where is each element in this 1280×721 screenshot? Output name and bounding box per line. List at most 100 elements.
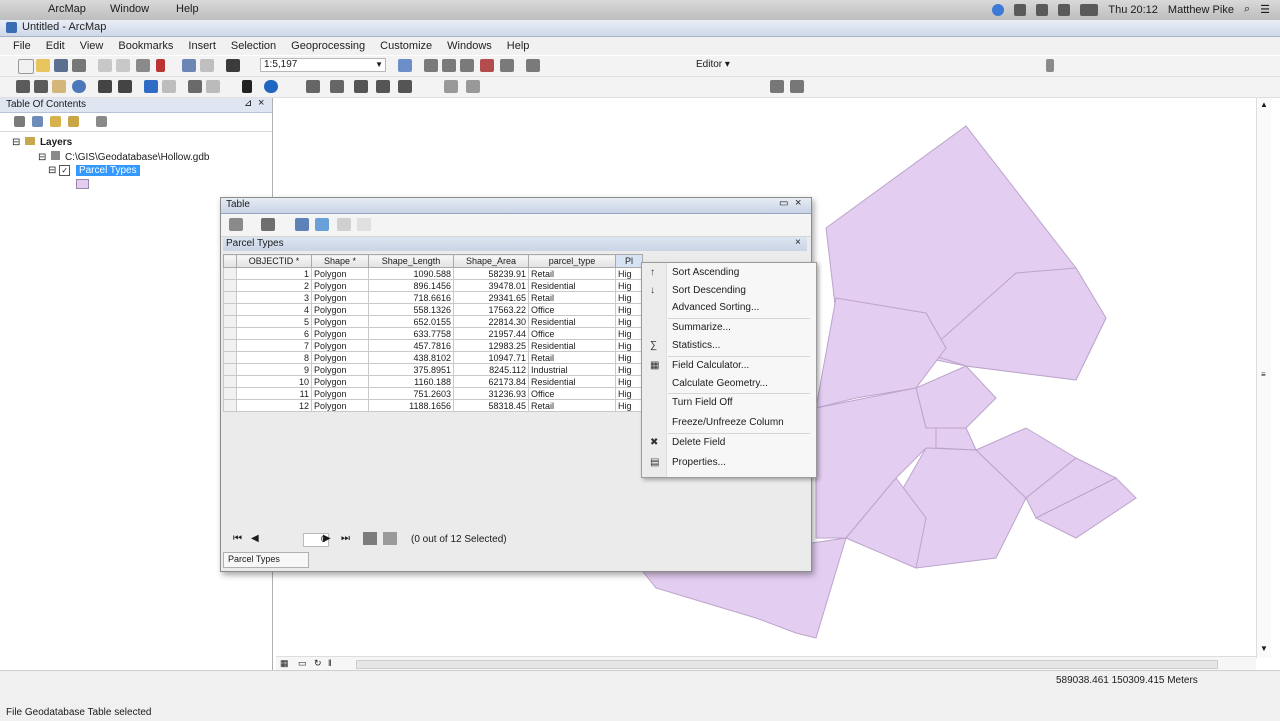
table-row[interactable]: 10 Polygon 1160.188 62173.84 Residential Hig [223,375,643,388]
menu-item-sort-descending[interactable]: Sort Descending [672,285,746,296]
table-cell[interactable]: 17563.22 [453,303,529,316]
editor-toolbar-icon[interactable] [398,59,412,72]
column-header[interactable]: Shape * [311,254,369,268]
related-tables-icon[interactable] [261,218,275,231]
table-cell[interactable]: Polygon [311,327,369,340]
row-selector[interactable] [223,339,237,352]
table-cell[interactable]: 8 [236,351,312,364]
select-features-icon[interactable] [188,80,202,93]
table-cell[interactable]: 4 [236,303,312,316]
next-record-icon[interactable]: ▶ [323,533,331,544]
table-cell[interactable]: Polygon [311,351,369,364]
table-cell[interactable]: Office [528,303,616,316]
menu-item-calculate-geometry[interactable]: Calculate Geometry... [672,378,768,389]
table-row[interactable]: 1 Polygon 1090.588 58239.91 Retail Hig [223,267,643,280]
menu-geoprocessing[interactable]: Geoprocessing [284,37,373,55]
table-cell[interactable]: 6 [236,327,312,340]
table-cell[interactable]: 62173.84 [453,375,529,388]
print-icon[interactable] [72,59,86,72]
catalog-icon[interactable] [442,59,456,72]
row-selector[interactable] [223,279,237,292]
table-row[interactable]: 4 Polygon 558.1326 17563.22 Office Hig [223,303,643,316]
table-cell[interactable]: 5 [236,315,312,328]
list-by-selection-icon[interactable] [68,116,79,127]
table-cell[interactable]: Industrial [528,363,616,376]
menu-help[interactable]: Help [500,37,538,55]
table-cell[interactable]: Polygon [311,279,369,292]
row-selector[interactable] [223,315,237,328]
close-icon[interactable]: × [795,237,801,248]
table-cell[interactable]: 2 [236,279,312,292]
dropbox-icon[interactable] [992,3,1005,16]
go-back-icon[interactable] [144,80,158,93]
notification-icon[interactable] [1014,3,1027,16]
zoom-in-icon[interactable] [16,80,30,93]
menu-item-summarize[interactable]: Summarize... [672,322,731,333]
table-cell[interactable]: Hig [615,339,643,352]
switch-selection-icon[interactable] [315,218,329,231]
column-header[interactable]: Shape_Length [368,254,454,268]
table-cell[interactable]: Hig [615,387,643,400]
table-cell[interactable]: 1 [236,267,312,280]
pause-drawing-icon[interactable]: ‖ [328,658,332,668]
table-cell[interactable]: 12983.25 [453,339,529,352]
battery-icon[interactable] [1080,3,1099,16]
column-header[interactable]: Shape_Area [453,254,529,268]
table-cell[interactable]: Hig [615,315,643,328]
table-cell[interactable]: Hig [615,279,643,292]
table-row[interactable]: 2 Polygon 896.1456 39478.01 Residential Hig [223,279,643,292]
table-cell[interactable]: Office [528,387,616,400]
refresh-icon[interactable]: ↻ [314,658,322,669]
menu-insert[interactable]: Insert [181,37,224,55]
system-clock[interactable]: Thu 20:12 [1108,4,1158,16]
table-cell[interactable]: Polygon [311,363,369,376]
fixed-zoom-out-icon[interactable] [118,80,132,93]
table-cell[interactable]: Polygon [311,399,369,412]
map-horizontal-scrollbar[interactable]: ▦ ▭ ↻ ‖ [276,656,1256,671]
row-selector[interactable] [223,387,237,400]
table-cell[interactable]: 7 [236,339,312,352]
menu-item-delete-field[interactable]: Delete Field [672,437,725,448]
row-selector[interactable] [223,327,237,340]
table-cell[interactable]: 438.8102 [368,351,454,364]
table-row[interactable]: 8 Polygon 438.8102 10947.71 Retail Hig [223,351,643,364]
list-by-drawing-order-icon[interactable] [14,116,25,127]
table-cell[interactable]: Polygon [311,267,369,280]
table-cell[interactable]: Hig [615,267,643,280]
layer-visibility-checkbox[interactable]: ✓ [59,165,71,176]
map-vertical-scrollbar[interactable]: ▲ ≡ ▼ [1256,98,1271,658]
pin-icon[interactable]: ⊿ [244,98,252,109]
select-by-attributes-icon[interactable] [295,218,309,231]
fixed-zoom-in-icon[interactable] [98,80,112,93]
menu-edit[interactable]: Edit [39,37,73,55]
table-cell[interactable]: Retail [528,399,616,412]
editor-menu[interactable]: Editor ▾ [696,59,730,70]
table-cell[interactable]: Hig [615,399,643,412]
menu-file[interactable]: File [6,37,39,55]
table-cell[interactable]: Residential [528,375,616,388]
table-cell[interactable]: 22814.30 [453,315,529,328]
table-options-icon[interactable] [229,218,243,231]
copy-icon[interactable] [116,59,130,72]
identify-icon[interactable] [264,80,278,93]
row-selector[interactable] [223,267,237,280]
table-cell[interactable]: 1090.588 [368,267,454,280]
table-cell[interactable]: 31236.93 [453,387,529,400]
tree-item-layer[interactable]: ⊟ ✓ Parcel Types [48,165,140,177]
scroll-down-icon[interactable]: ▼ [1260,644,1268,653]
row-selector[interactable] [223,363,237,376]
table-cell[interactable]: Polygon [311,375,369,388]
parcel-polygon[interactable] [935,427,977,451]
clear-selection-icon[interactable] [337,218,351,231]
collapse-icon[interactable]: ⊟ [38,152,46,163]
table-cell[interactable]: 39478.01 [453,279,529,292]
column-header[interactable]: parcel_type [528,254,616,268]
table-cell[interactable]: Residential [528,315,616,328]
table-cell[interactable]: 11 [236,387,312,400]
row-selector[interactable] [223,291,237,304]
delete-selected-icon[interactable] [357,218,371,231]
chevron-down-icon[interactable]: ▼ [375,60,383,69]
undo-icon[interactable] [182,59,196,72]
clear-selection-icon[interactable] [206,80,220,93]
table-cell[interactable]: 1188.1656 [368,399,454,412]
